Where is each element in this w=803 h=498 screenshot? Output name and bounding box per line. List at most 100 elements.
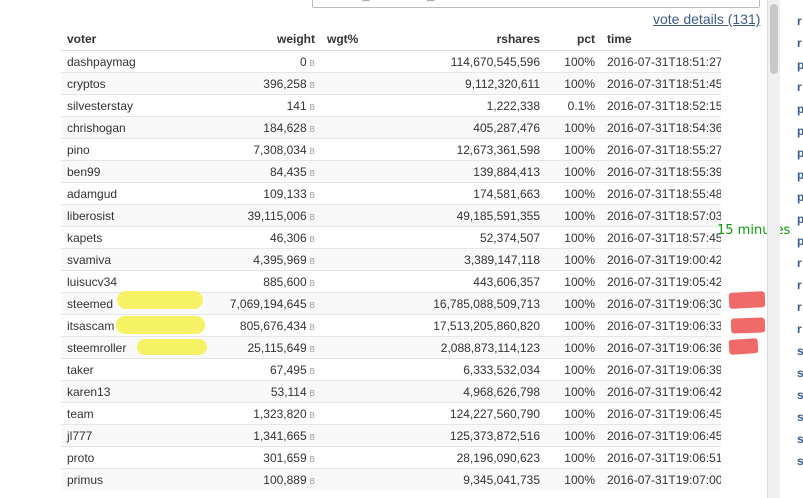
side-list-item[interactable]: s bbox=[797, 450, 803, 472]
voter-cell[interactable]: dashpaymag bbox=[61, 50, 211, 73]
time-cell: 2016-07-31T19:06:51 bbox=[601, 446, 721, 469]
side-list-item[interactable]: p bbox=[797, 98, 803, 120]
weight-value: 100,889 bbox=[263, 472, 307, 487]
weight-value: 301,659 bbox=[263, 450, 307, 465]
weight-cell: 53,114 B bbox=[211, 380, 321, 403]
pct-cell: 100% bbox=[546, 204, 601, 227]
side-list-item[interactable]: r bbox=[797, 10, 803, 32]
side-list-item[interactable]: p bbox=[797, 208, 803, 230]
rshares-cell: 139,884,413 bbox=[381, 160, 546, 183]
pct-cell: 100% bbox=[546, 72, 601, 95]
voter-cell[interactable]: ben99 bbox=[61, 160, 211, 183]
weight-value: 39,115,006 bbox=[247, 208, 307, 223]
time-cell: 2016-07-31T18:57:03 bbox=[601, 204, 721, 227]
voter-cell[interactable]: svamiva bbox=[61, 248, 211, 271]
side-list-item[interactable]: r bbox=[797, 274, 803, 296]
table-row: taker 67,495 B 6,333,532,034 100% 2016-07-31T… bbox=[61, 358, 721, 381]
rshares-cell: 405,287,476 bbox=[381, 116, 546, 139]
weight-cell: 67,495 B bbox=[211, 358, 321, 381]
rshares-cell: 12,673,361,598 bbox=[381, 138, 546, 161]
rshares-cell: 49,185,591,355 bbox=[381, 204, 546, 227]
search-input[interactable]: author_curation_reward bbox=[312, 0, 760, 8]
table-row: silvesterstay 141 B 1,222,338 0.1% 2016-07-31… bbox=[61, 94, 721, 117]
weight-cell: 4,395,969 B bbox=[211, 248, 321, 271]
table-row: ben99 84,435 B 139,884,413 100% 2016-07-31T18… bbox=[61, 160, 721, 183]
weight-cell: 1,323,820 B bbox=[211, 402, 321, 425]
side-list-item[interactable]: p bbox=[797, 186, 803, 208]
pct-cell: 100% bbox=[546, 138, 601, 161]
side-list-item[interactable]: p bbox=[797, 164, 803, 186]
highlight-red-3 bbox=[728, 338, 759, 355]
weight-unit: B bbox=[309, 432, 315, 442]
weight-cell: 805,676,434 B bbox=[211, 314, 321, 337]
table-row: kapets 46,306 B 52,374,507 100% 2016-07-31T18… bbox=[61, 226, 721, 249]
voter-cell[interactable]: team bbox=[61, 402, 211, 425]
column-header-pct[interactable]: pct bbox=[546, 28, 601, 51]
voter-cell[interactable]: karen13 bbox=[61, 380, 211, 403]
wgt-cell bbox=[321, 138, 381, 161]
side-list-item[interactable]: p bbox=[797, 120, 803, 142]
votes-table: voter weight wgt% rshares pct time dashp… bbox=[61, 28, 721, 490]
side-list-column: rrprppppppprrrrssssss bbox=[797, 0, 803, 498]
pct-cell: 100% bbox=[546, 226, 601, 249]
weight-value: 67,495 bbox=[269, 362, 307, 377]
vote-details-link[interactable]: vote details (131) bbox=[653, 11, 760, 27]
time-cell: 2016-07-31T19:06:45 bbox=[601, 402, 721, 425]
wgt-cell bbox=[321, 292, 381, 315]
side-list-item[interactable]: p bbox=[797, 54, 803, 76]
voter-cell[interactable]: kapets bbox=[61, 226, 211, 249]
column-header-weight[interactable]: weight bbox=[211, 28, 321, 51]
wgt-cell bbox=[321, 160, 381, 183]
side-list-item[interactable]: p bbox=[797, 230, 803, 252]
side-list-item[interactable]: r bbox=[797, 296, 803, 318]
voter-cell[interactable]: liberosist bbox=[61, 204, 211, 227]
column-header-rshares[interactable]: rshares bbox=[381, 28, 546, 51]
weight-cell: 25,115,649 B bbox=[211, 336, 321, 359]
voter-cell[interactable]: cryptos bbox=[61, 72, 211, 95]
weight-cell: 84,435 B bbox=[211, 160, 321, 183]
weight-value: 25,115,649 bbox=[247, 340, 307, 355]
table-row: svamiva 4,395,969 B 3,389,147,118 100% 2016-0… bbox=[61, 248, 721, 271]
voter-cell[interactable]: luisucv34 bbox=[61, 270, 211, 293]
side-list-item[interactable]: s bbox=[797, 362, 803, 384]
side-list-item[interactable]: r bbox=[797, 32, 803, 54]
wgt-cell bbox=[321, 226, 381, 249]
rshares-cell: 114,670,545,596 bbox=[381, 50, 546, 73]
table-row: chrishogan 184,628 B 405,287,476 100% 2016-07… bbox=[61, 116, 721, 139]
table-row: jl777 1,341,665 B 125,373,872,516 100% 2016-0… bbox=[61, 424, 721, 447]
voter-cell[interactable]: pino bbox=[61, 138, 211, 161]
side-list-item[interactable]: r bbox=[797, 76, 803, 98]
table-header-row: voter weight wgt% rshares pct time bbox=[61, 28, 721, 51]
voter-cell[interactable]: adamgud bbox=[61, 182, 211, 205]
time-cell: 2016-07-31T19:06:39 bbox=[601, 358, 721, 381]
voter-cell[interactable]: proto bbox=[61, 446, 211, 469]
voter-cell[interactable]: primus bbox=[61, 468, 211, 490]
wgt-cell bbox=[321, 314, 381, 337]
side-list-item[interactable]: r bbox=[797, 318, 803, 340]
highlight-steemed bbox=[117, 291, 203, 309]
table-row: dashpaymag 0 B 114,670,545,596 100% 2016-07-3… bbox=[61, 50, 721, 73]
column-header-voter[interactable]: voter bbox=[61, 28, 211, 51]
voter-cell[interactable]: chrishogan bbox=[61, 116, 211, 139]
table-row: liberosist 39,115,006 B 49,185,591,355 100% 2… bbox=[61, 204, 721, 227]
side-list-item[interactable]: s bbox=[797, 384, 803, 406]
scrollbar-thumb[interactable] bbox=[770, 4, 778, 74]
weight-value: 805,676,434 bbox=[239, 318, 307, 333]
wgt-cell bbox=[321, 248, 381, 271]
column-header-wgt[interactable]: wgt% bbox=[321, 28, 381, 51]
pct-cell: 0.1% bbox=[546, 94, 601, 117]
weight-cell: 7,308,034 B bbox=[211, 138, 321, 161]
voter-cell[interactable]: jl777 bbox=[61, 424, 211, 447]
side-list-item[interactable]: p bbox=[797, 142, 803, 164]
time-cell: 2016-07-31T18:57:45 bbox=[601, 226, 721, 249]
voter-cell[interactable]: taker bbox=[61, 358, 211, 381]
side-list-item[interactable]: r bbox=[797, 252, 803, 274]
highlight-steemroller bbox=[137, 339, 207, 355]
table-row: karen13 53,114 B 4,968,626,798 100% 2016-07-3… bbox=[61, 380, 721, 403]
column-header-time[interactable]: time bbox=[601, 28, 721, 51]
voter-cell[interactable]: silvesterstay bbox=[61, 94, 211, 117]
side-list-item[interactable]: s bbox=[797, 406, 803, 428]
side-list-item[interactable]: s bbox=[797, 340, 803, 362]
side-list-item[interactable]: s bbox=[797, 428, 803, 450]
vertical-scrollbar[interactable] bbox=[767, 0, 780, 498]
